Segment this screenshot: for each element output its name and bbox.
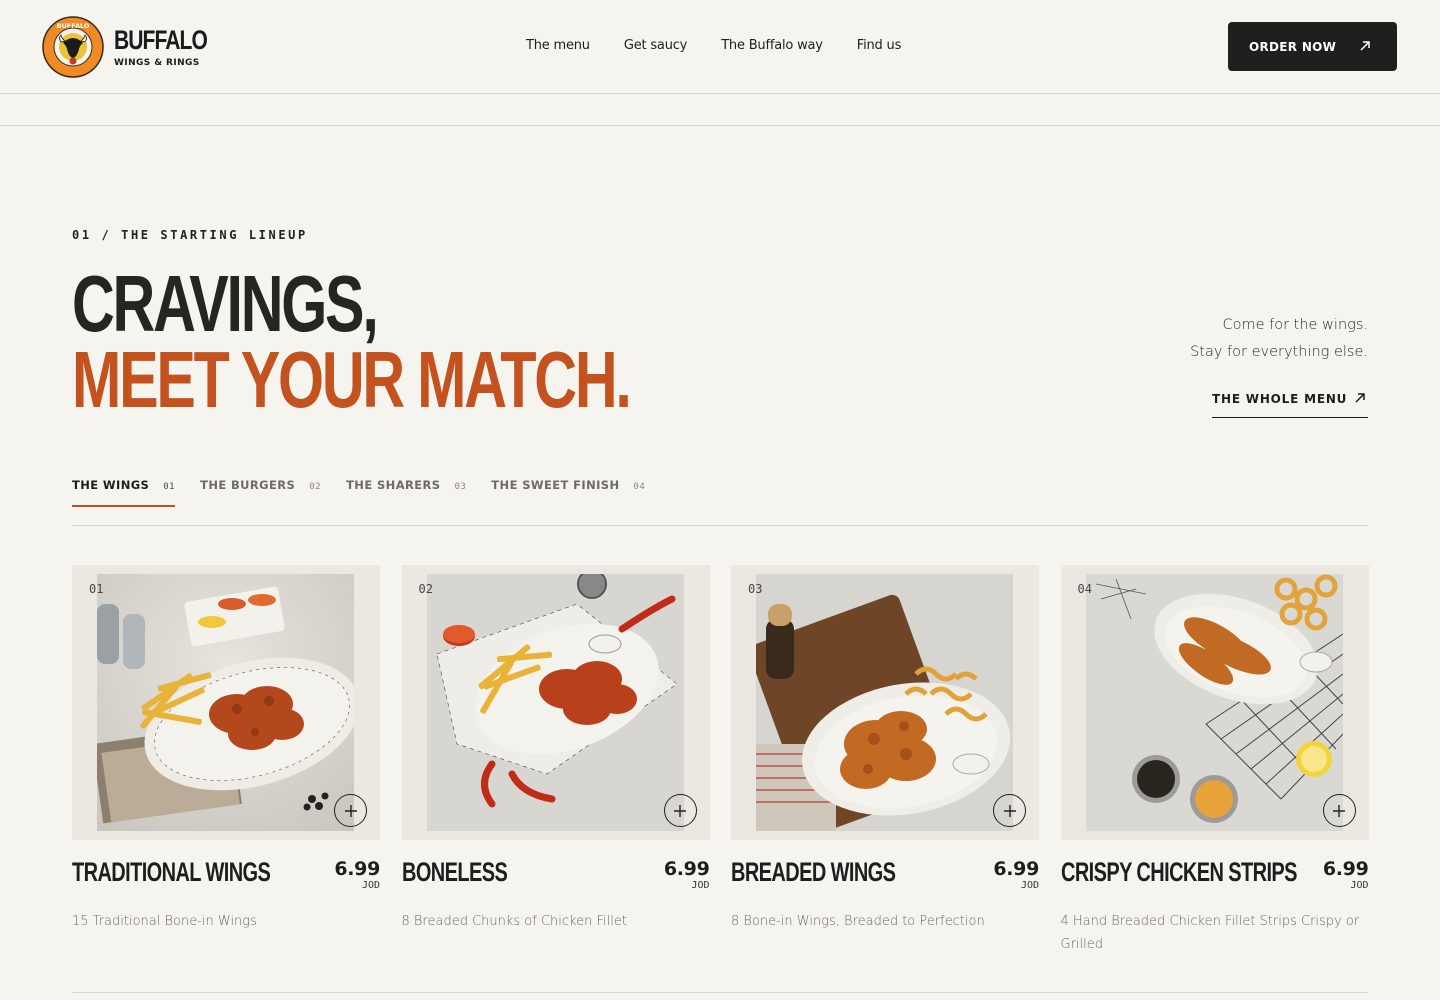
breaded-wings-photo [756, 574, 1013, 831]
item-title: BONELESS [401, 857, 508, 887]
plus-icon [674, 804, 686, 817]
tagline-line-1: Come for the wings. [1222, 317, 1368, 333]
add-to-cart-button[interactable] [663, 794, 697, 827]
tab-number: 04 [633, 482, 646, 492]
card-media: 04 [1060, 565, 1369, 840]
section-eyebrow: 01 / THE STARTING LINEUP [72, 228, 308, 242]
item-description: 15 Traditional Bone-in Wings [72, 914, 257, 929]
crispy-chicken-strips-photo [1085, 574, 1343, 831]
item-price: 6.99 JOD [993, 858, 1039, 892]
arrow-up-right-icon [1360, 41, 1370, 51]
nav-link-menu[interactable]: The menu [526, 38, 590, 53]
tab-label: THE WINGS [72, 478, 150, 492]
brand-logo[interactable]: BUFFALO BUFFALO WINGS & RINGS [42, 16, 233, 78]
headline-line-2: MEET YOUR MATCH. [72, 335, 632, 424]
card-media: 03 [731, 565, 1039, 840]
tab-number: 02 [309, 482, 322, 492]
card-number: 01 [89, 582, 104, 596]
item-price: 6.99 JOD [664, 858, 710, 892]
badge-text: BUFFALO [57, 22, 90, 30]
boneless-photo [426, 574, 684, 831]
menu-card-crispy-chicken-strips[interactable]: 04 CRISPY CHICKEN STRIPS 6.99 JOD 4 Hand… [1060, 565, 1369, 952]
tab-label: THE SHARERS [346, 478, 441, 492]
item-description: 8 Breaded Chunks of Chicken Fillet [401, 914, 627, 929]
tab-sweet-finish[interactable]: THE SWEET FINISH 04 [491, 478, 645, 507]
tab-number: 01 [163, 482, 176, 492]
item-title: TRADITIONAL WINGS [72, 857, 271, 887]
menu-card-boneless[interactable]: 02 BONELESS 6.99 JOD 8 Breaded Chunks of… [401, 565, 710, 929]
menu-card-breaded-wings[interactable]: 03 BREADED WINGS 6.99 JOD 8 Bone-in Wing… [731, 565, 1039, 929]
item-price: 6.99 JOD [334, 858, 380, 892]
tab-number: 03 [454, 482, 467, 492]
tab-wings[interactable]: THE WINGS 01 [72, 478, 176, 507]
item-title: CRISPY CHICKEN STRIPS [1060, 857, 1297, 887]
item-title: BREADED WINGS [731, 857, 896, 887]
hero-headline: CRAVINGS, MEET YOUR MATCH. [72, 259, 632, 424]
site-header: BUFFALO BUFFALO WINGS & RINGS The menu G… [0, 0, 1440, 94]
tabs-divider [72, 525, 1368, 526]
card-media: 02 [401, 565, 710, 840]
price-value: 6.99 [334, 858, 380, 880]
tab-sharers[interactable]: THE SHARERS 03 [346, 478, 466, 507]
tagline-line-2: Stay for everything else. [1190, 344, 1368, 360]
card-media: 01 [72, 565, 380, 840]
plus-icon [1333, 804, 1345, 817]
price-value: 6.99 [663, 858, 710, 880]
brand-subtitle: WINGS & RINGS [114, 58, 200, 68]
item-description: 8 Bone-in Wings, Breaded to Perfection [731, 914, 985, 929]
menu-item-grid: 01 TRADITIONAL WINGS 6.99 JOD 15 Traditi… [72, 565, 1369, 965]
price-currency: JOD [1020, 880, 1039, 891]
tab-burgers[interactable]: THE BURGERS 02 [200, 478, 321, 507]
nav-link-buffalo-way[interactable]: The Buffalo way [721, 38, 823, 53]
order-now-button[interactable]: ORDER NOW [1228, 22, 1397, 71]
arrow-up-right-icon [1355, 393, 1365, 403]
nav-link-get-saucy[interactable]: Get saucy [624, 38, 688, 53]
price-currency: JOD [1350, 880, 1369, 891]
card-number: 02 [418, 582, 433, 596]
tab-label: THE SWEET FINISH [491, 478, 620, 492]
plus-icon [344, 804, 357, 817]
menu-card-traditional-wings[interactable]: 01 TRADITIONAL WINGS 6.99 JOD 15 Traditi… [72, 565, 380, 929]
section-bottom-divider [72, 992, 1368, 993]
whole-menu-label: THE WHOLE MENU [1212, 392, 1348, 406]
nav-link-find-us[interactable]: Find us [857, 38, 902, 53]
header-divider [0, 125, 1440, 126]
category-tabs: THE WINGS 01 THE BURGERS 02 THE SHARERS … [72, 478, 670, 507]
order-now-label: ORDER NOW [1249, 39, 1337, 54]
main-nav: The menu Get saucy The Buffalo way Find … [526, 38, 935, 53]
whole-menu-link[interactable]: THE WHOLE MENU [1212, 390, 1368, 418]
add-to-cart-button[interactable] [1322, 794, 1356, 827]
traditional-wings-photo [97, 574, 354, 831]
card-number: 03 [748, 582, 763, 596]
tab-label: THE BURGERS [200, 478, 296, 492]
buffalo-badge-icon: BUFFALO [42, 16, 104, 78]
add-to-cart-button[interactable] [334, 794, 367, 827]
headline-line-1: CRAVINGS, [72, 259, 379, 348]
item-price: 6.99 JOD [1323, 858, 1369, 892]
brand-name: BUFFALO [114, 25, 208, 55]
add-to-cart-button[interactable] [993, 794, 1026, 827]
card-number: 04 [1077, 582, 1092, 596]
price-value: 6.99 [1322, 858, 1369, 880]
price-currency: JOD [361, 880, 380, 891]
price-value: 6.99 [993, 858, 1039, 880]
item-description: 4 Hand Breaded Chicken Fillet Strips Cri… [1060, 914, 1360, 952]
price-currency: JOD [691, 880, 710, 891]
hero-tagline: Come for the wings. Stay for everything … [1190, 312, 1368, 366]
plus-icon [1003, 804, 1016, 817]
